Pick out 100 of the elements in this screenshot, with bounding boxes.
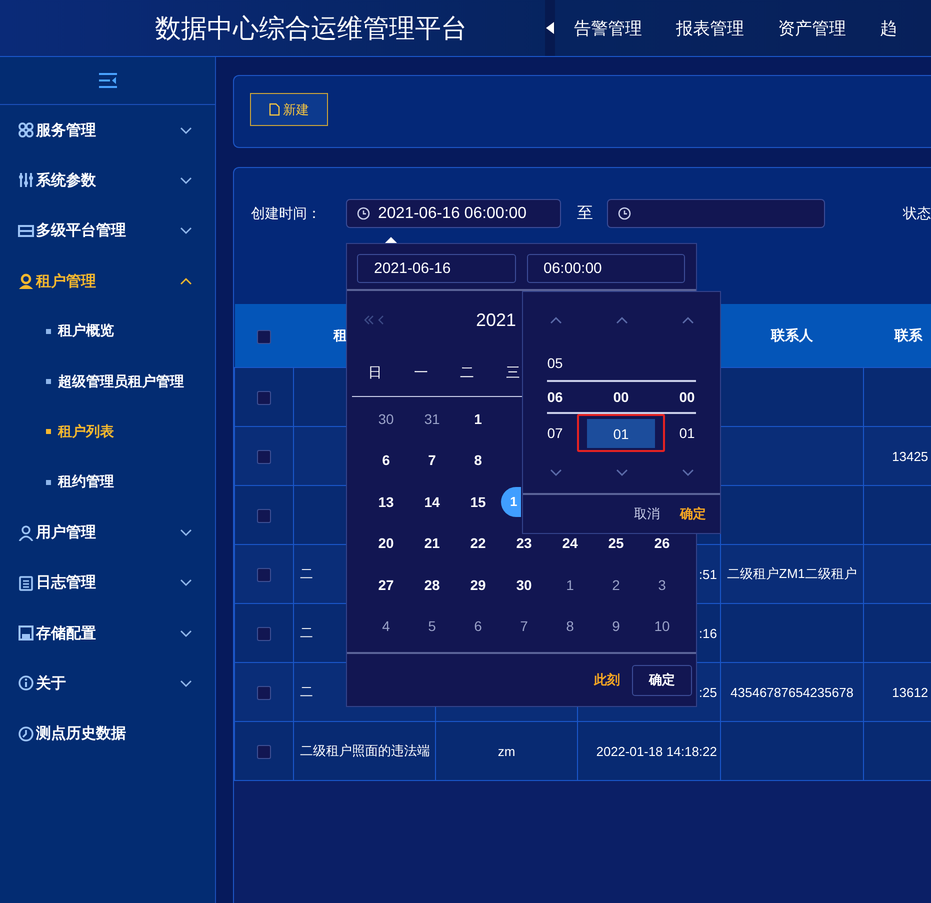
filter-label: 状态 [903,204,931,222]
calendar-day[interactable]: 3 [658,578,666,592]
table-cell: 2022-01-18 14:18:22 [596,744,717,758]
sidebar-item[interactable]: 多级平台管理 [0,206,215,256]
calendar-day[interactable]: 4 [382,619,390,634]
sidebar-item[interactable]: 测点历史数据 [0,708,215,759]
calendar-day[interactable]: 6 [474,619,482,634]
calendar-day[interactable]: 10 [654,619,670,634]
calendar-day[interactable]: 14 [424,494,440,509]
calendar-day[interactable]: 30 [516,578,532,592]
time-option[interactable]: 00 [613,389,629,405]
filter-label: 创建时间： [251,204,322,222]
bullet-icon [46,480,51,485]
cancel-button[interactable]: 取消 [634,505,660,523]
sidebar-subitem[interactable]: 超级管理员租户管理 [0,356,215,407]
sidebar-item[interactable]: 用户管理 [0,507,215,558]
calendar-day[interactable]: 8 [474,453,482,468]
sidebar-item[interactable]: 服务管理 [0,105,215,156]
now-link[interactable]: 此刻 [594,671,620,689]
calendar-day[interactable]: 30 [378,412,394,426]
time-option[interactable]: 06 [547,389,563,405]
calendar-day[interactable]: 21 [424,536,440,550]
calendar-day[interactable]: 5 [428,619,436,634]
table-cell: 二级租户照面的违法端 [300,743,430,758]
row-checkbox[interactable] [257,390,271,405]
calendar-day[interactable]: 31 [424,412,440,426]
calendar-day[interactable]: 9 [612,619,620,634]
start-time-field[interactable]: 2021-06-16 06:00:00 [346,199,561,228]
nav-item[interactable]: 告警管理 [574,16,642,40]
row-checkbox[interactable] [257,450,271,464]
row-checkbox[interactable] [257,686,271,700]
sidebar-subitem[interactable]: 租约管理 [0,457,215,508]
calendar-day[interactable]: 7 [428,453,436,468]
calendar-day[interactable]: 24 [562,536,578,550]
sidebar-item[interactable]: 租户管理 [0,256,215,306]
calendar-day[interactable]: 15 [470,494,486,509]
date-field[interactable]: 2021-06-16 [357,254,516,283]
info-icon [18,675,34,692]
weekday-label: 日 [367,364,383,382]
calendar-day[interactable]: 22 [470,536,486,550]
column-header: 联系 [894,326,922,342]
calendar-day[interactable]: 26 [654,536,670,550]
clock-icon [357,207,370,220]
caret-left-icon [546,22,554,34]
sidebar-item[interactable]: 系统参数 [0,155,215,206]
calendar-day[interactable]: 6 [382,453,390,468]
collapse-nav-button[interactable] [545,0,555,56]
double-chevron-left-icon[interactable] [364,315,374,325]
table-cell: :25 [698,684,717,700]
list-icon [18,574,34,591]
calendar-day[interactable]: 25 [608,536,624,550]
table-cell: 43546787654235678 [730,684,854,700]
calendar-day[interactable]: 29 [470,578,486,592]
new-button[interactable]: 新建 [250,93,328,126]
time-option[interactable]: 07 [547,425,563,441]
confirm-button[interactable]: 确定 [680,505,706,523]
bullet-icon [46,429,51,434]
sidebar-item[interactable]: 日志管理 [0,558,215,608]
sidebar-subitem[interactable]: 租户概览 [0,306,215,356]
document-icon [269,103,280,116]
calendar-day[interactable]: 8 [566,619,574,634]
calendar-day[interactable]: 7 [520,619,528,634]
nav-item[interactable]: 资产管理 [778,16,846,40]
end-time-field[interactable] [607,199,825,228]
server-icon [18,222,34,239]
user-icon [18,524,34,541]
time-field[interactable]: 06:00:00 [526,254,685,283]
weekday-label: 一 [413,364,429,382]
app-title: 数据中心综合运维管理平台 [154,12,468,44]
table-cell: 二 [300,625,313,640]
time-option[interactable]: 01 [587,419,655,448]
calendar-day[interactable]: 2 [612,578,620,592]
chevron-left-icon[interactable] [378,315,384,325]
row-checkbox[interactable] [257,626,271,641]
calendar-day[interactable]: 23 [516,536,532,550]
table-cell: 二 [300,684,313,699]
row-checkbox[interactable] [257,568,271,582]
select-all-checkbox[interactable] [257,330,271,344]
sidebar-subitem[interactable]: 租户列表 [0,406,215,458]
calendar-day[interactable]: 1 [474,412,482,426]
table-cell: 二级租户ZM1二级租户 [727,566,857,581]
nav-item[interactable]: 报表管理 [676,16,744,40]
calendar-day[interactable]: 28 [424,578,440,592]
calendar-day[interactable]: 27 [378,578,394,592]
time-option[interactable]: 00 [679,389,695,405]
calendar-day[interactable]: 20 [378,536,394,550]
sidebar-item[interactable]: 关于 [0,658,215,709]
time-option[interactable]: 01 [679,425,695,441]
calendar-day[interactable]: 13 [378,494,394,509]
row-checkbox[interactable] [257,744,271,759]
sidebar-item[interactable]: 存储配置 [0,608,215,658]
calendar-day[interactable]: 1 [566,578,574,592]
table-cell: zm [498,744,516,758]
confirm-button[interactable]: 确定 [632,664,692,696]
time-option[interactable]: 05 [547,355,563,371]
table-cell: 13425 [892,448,928,464]
collapse-menu-icon[interactable] [98,73,116,88]
nav-item[interactable]: 趋 [880,16,897,40]
popup-arrow-icon [385,237,397,243]
row-checkbox[interactable] [257,508,271,523]
